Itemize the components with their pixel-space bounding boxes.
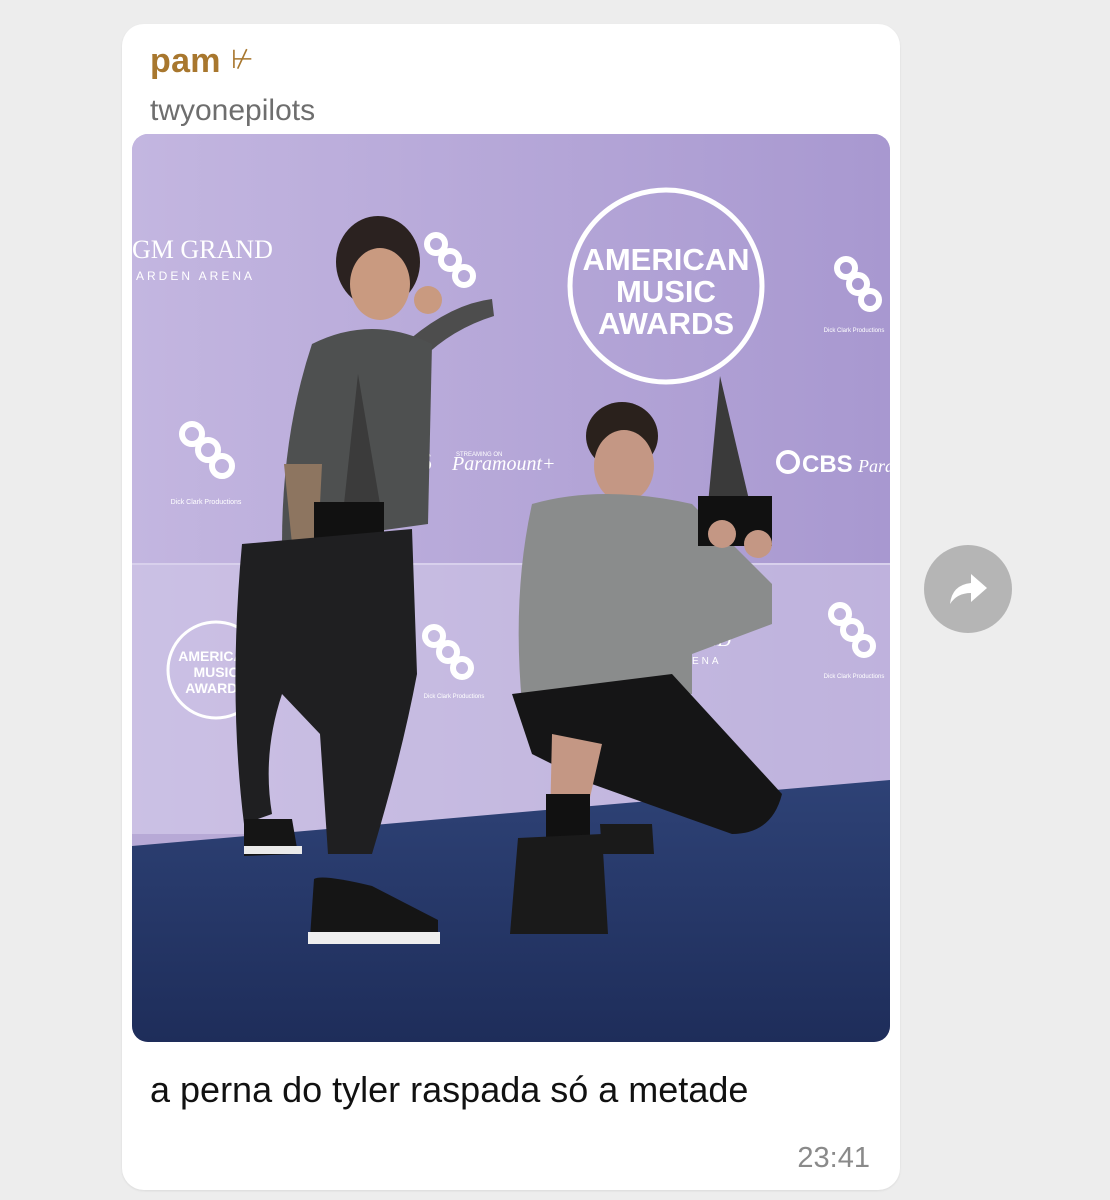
cbs-text-2: CBS — [802, 451, 853, 478]
arena-text-2: ENA — [692, 656, 722, 667]
message-photo[interactable]: AMERICAN MUSIC AWARDS AMERICAN MUSIC AWA… — [132, 134, 890, 1042]
ama-large-line3: AWARDS — [598, 306, 734, 341]
sender-name-text: pam — [150, 42, 221, 80]
dcp-caption-4: Dick Clark Productions — [424, 694, 485, 700]
ama-large-line2: MUSIC — [616, 274, 716, 309]
paramount-text-2: Para — [857, 456, 890, 476]
dcp-caption-5: Dick Clark Productions — [824, 674, 885, 680]
dcp-caption-1: Dick Clark Productions — [171, 499, 242, 506]
sender-badge-icon: ⊬ — [230, 44, 254, 74]
sender-name[interactable]: pam ⊬ — [150, 42, 254, 81]
garden-arena-text: ARDEN ARENA — [136, 269, 255, 283]
dcp-caption-3: Dick Clark Productions — [824, 328, 885, 334]
message-time: 23:41 — [797, 1142, 870, 1174]
forward-arrow-icon — [950, 574, 987, 604]
forwarded-from[interactable]: twyonepilots — [150, 94, 315, 128]
ama-large-line1: AMERICAN — [582, 242, 749, 277]
ama-small-line2: MUSIC — [193, 664, 238, 680]
message-bubble[interactable]: pam ⊬ twyonepilots AMERICAN MUSIC AWARDS… — [122, 24, 900, 1190]
forward-button[interactable] — [924, 545, 1012, 633]
message-caption: a perna do tyler raspada só a metade — [150, 1069, 749, 1110]
mgm-grand-text: GM GRAND — [132, 235, 273, 264]
paramount-text: Paramount+ — [451, 453, 556, 475]
